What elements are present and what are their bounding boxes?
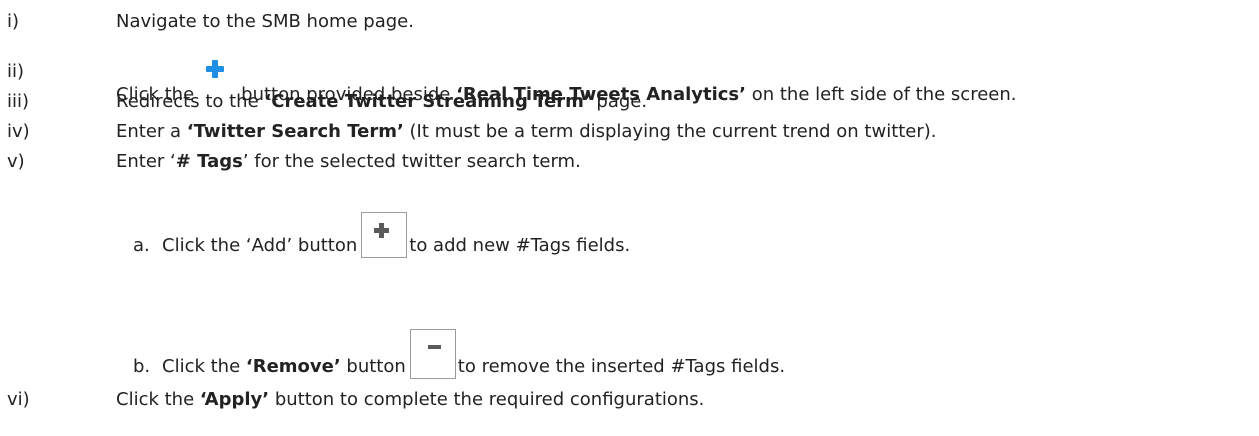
step-3-post: page. (590, 91, 648, 112)
substep-b-pre: Click the (162, 356, 246, 377)
remove-box-icon (409, 329, 456, 379)
step-6-bold: ‘Apply’ (199, 389, 270, 410)
step-6-post: button to complete the required configur… (269, 389, 705, 410)
step-4-post: (It must be a term displaying the curren… (403, 121, 937, 142)
substep-b-post: to remove the inserted #Tags fields. (457, 356, 786, 377)
substep-b-mid: button (340, 356, 406, 377)
step-6-text: Click the ‘Apply’ button to complete the… (116, 388, 704, 412)
add-box-icon (361, 212, 408, 258)
substep-a-post: to add new #Tags fields. (409, 235, 631, 256)
step-1-number: i) (7, 11, 20, 32)
blue-plus-icon (206, 60, 225, 78)
substep-a-pre: Click the ‘Add’ button (162, 235, 358, 256)
step-4-number: iv) (7, 121, 30, 142)
step-5-pre: Enter ‘ (116, 151, 176, 172)
step-6-number: vi) (7, 389, 30, 410)
step-4-text: Enter a ‘Twitter Search Term’ (It must b… (116, 120, 937, 144)
substep-a-letter: a. (133, 235, 150, 256)
step-5-number: v) (7, 151, 25, 172)
substep-b-letter: b. (133, 356, 151, 377)
step-4-bold: ‘Twitter Search Term’ (186, 121, 404, 142)
step-2-post: on the left side of the screen. (745, 84, 1017, 105)
substep-b-text: b. Click the ‘Remove’ button to remove the… (133, 329, 785, 379)
step-5-bold: # Tags (175, 151, 243, 172)
step-3-bold: ‘Create Twitter Streaming Term’ (264, 91, 591, 112)
step-3-pre: Redirects to the (116, 91, 265, 112)
step-3-text: Redirects to the ‘Create Twitter Streami… (116, 90, 647, 114)
step-1-text: Navigate to the SMB home page. (116, 11, 414, 32)
instructions-page: { "steps": [ {"num": "i)", "text": "Navi… (0, 0, 1259, 436)
step-3-number: iii) (7, 91, 30, 112)
step-5-post: ’ for the selected twitter search term. (242, 151, 581, 172)
step-6-pre: Click the (116, 389, 200, 410)
step-4-pre: Enter a (116, 121, 187, 142)
step-2-number: ii) (7, 61, 25, 82)
substep-a-text: a. Click the ‘Add’ button to add new #Tags… (133, 212, 630, 258)
substep-b-bold: ‘Remove’ (245, 356, 341, 377)
step-5-text: Enter ‘# Tags’ for the selected twitter … (116, 150, 581, 174)
